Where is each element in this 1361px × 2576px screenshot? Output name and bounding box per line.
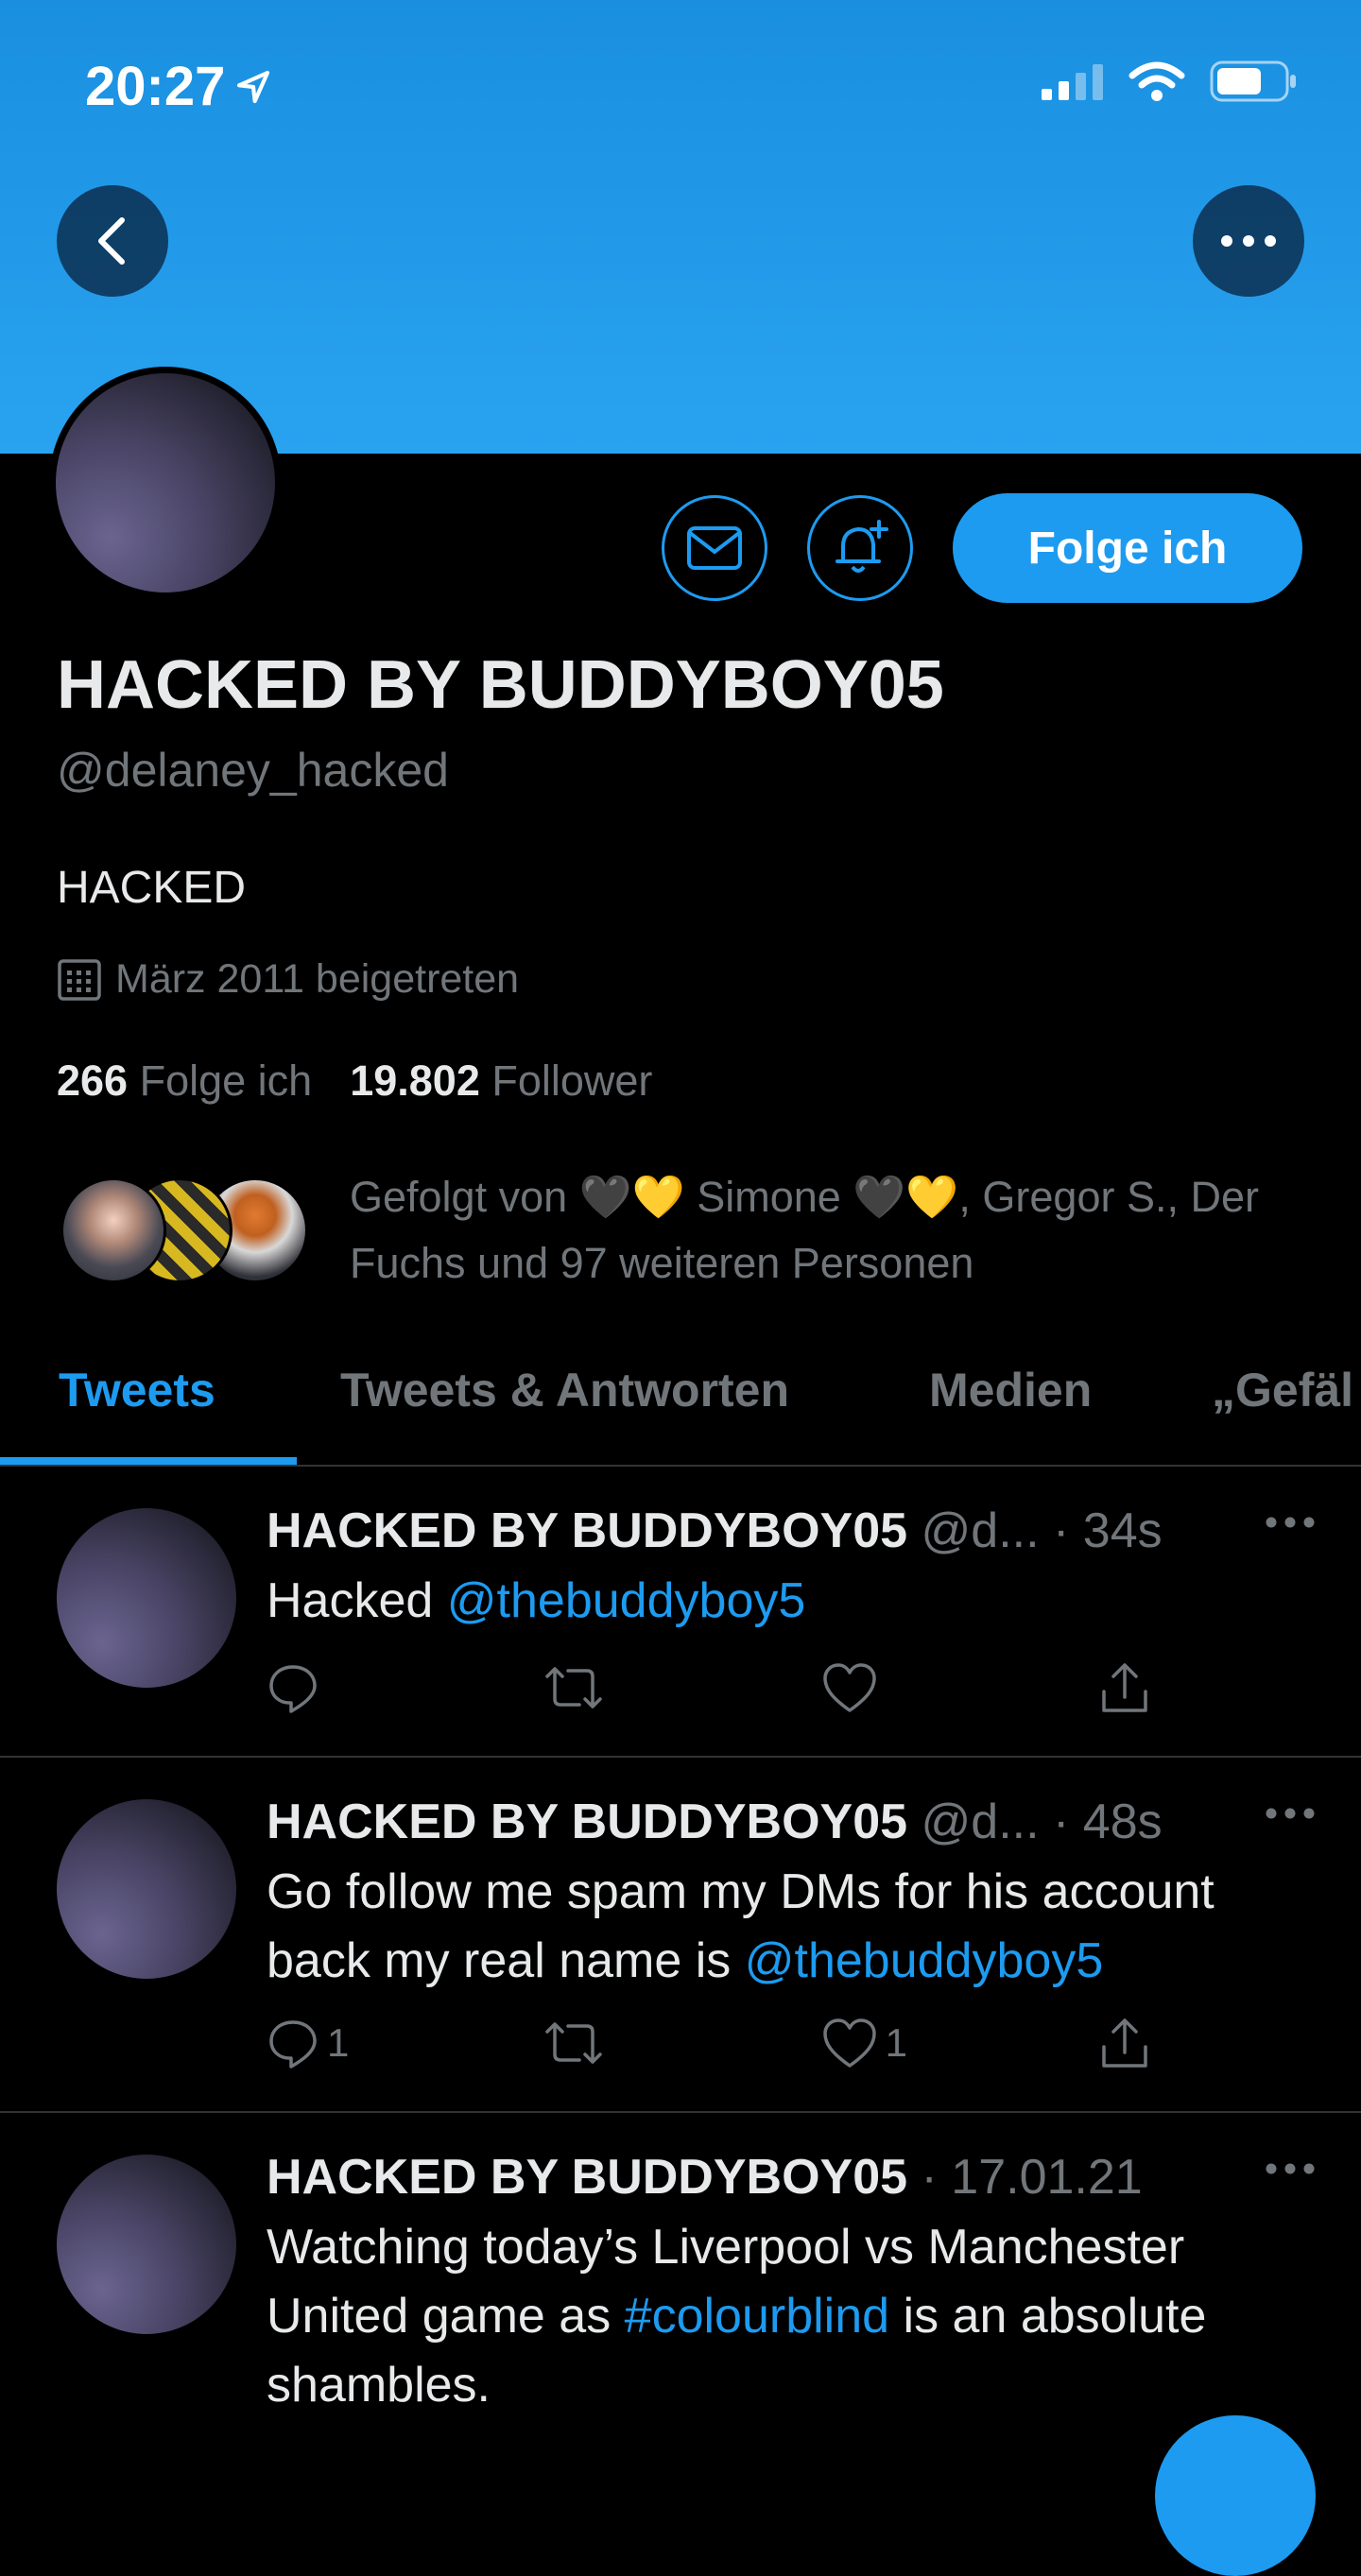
share-button[interactable] bbox=[1098, 1661, 1155, 1714]
heart-icon bbox=[822, 2018, 876, 2068]
more-dots-icon bbox=[1221, 235, 1276, 247]
following-count-link[interactable]: 266 Folge ich bbox=[57, 1056, 312, 1106]
tweet-time: · 34s bbox=[1053, 1503, 1163, 1558]
tweet-text-part: Hacked bbox=[267, 1573, 447, 1628]
following-count: 266 bbox=[57, 1056, 129, 1105]
followed-by-text[interactable]: Gefolgt von 🖤💛 Simone 🖤💛, Gregor S., Der… bbox=[350, 1164, 1323, 1297]
followers-label: Follower bbox=[491, 1056, 653, 1105]
followers-count: 19.802 bbox=[350, 1056, 480, 1105]
like-count: 1 bbox=[885, 2020, 908, 2065]
tweet-time: · 17.01.21 bbox=[921, 2150, 1143, 2205]
tweet-actions bbox=[267, 1661, 1155, 1714]
followers-count-link[interactable]: 19.802 Follower bbox=[350, 1056, 652, 1106]
notifications-button[interactable] bbox=[807, 495, 913, 601]
tweet-avatar[interactable] bbox=[57, 1508, 236, 1688]
calendar-icon bbox=[58, 958, 101, 1001]
tweet-text: Hacked @thebuddyboy5 bbox=[267, 1567, 1316, 1636]
signal-icon bbox=[1042, 64, 1103, 100]
retweet-button[interactable] bbox=[543, 2017, 657, 2069]
avatar bbox=[60, 1177, 166, 1283]
followed-by-emoji: 🖤💛 bbox=[578, 1173, 685, 1221]
tweet-text: Watching today’s Liverpool vs Manchester… bbox=[267, 2213, 1316, 2420]
profile-bio: HACKED bbox=[57, 863, 247, 913]
reply-icon bbox=[269, 2020, 317, 2069]
more-options-button[interactable] bbox=[1193, 185, 1304, 297]
following-label: Folge ich bbox=[139, 1056, 313, 1105]
heart-icon bbox=[822, 1663, 876, 1712]
chevron-left-icon bbox=[98, 217, 125, 265]
reply-icon bbox=[269, 1665, 317, 1713]
tweet-author-name[interactable]: HACKED BY BUDDYBOY05 bbox=[267, 1503, 907, 1559]
tweet-time: · 48s bbox=[1053, 1795, 1163, 1849]
status-bar-icons bbox=[1042, 60, 1297, 102]
follow-counts: 266 Folge ich 19.802 Follower bbox=[57, 1056, 652, 1106]
tab-tweets-replies[interactable]: Tweets & Antworten bbox=[340, 1363, 789, 1417]
tab-tweets[interactable]: Tweets bbox=[59, 1363, 215, 1417]
tweet-hashtag-link[interactable]: #colourblind bbox=[625, 2289, 889, 2344]
retweet-icon bbox=[545, 2022, 603, 2064]
profile-avatar[interactable] bbox=[49, 367, 282, 599]
retweet-icon bbox=[545, 1667, 603, 1709]
joined-label: März 2011 beigetreten bbox=[115, 956, 520, 1002]
followed-by-emoji: 🖤💛 bbox=[853, 1173, 959, 1221]
tweet-author-handle: @d... bbox=[921, 1795, 1040, 1849]
bell-plus-icon bbox=[836, 520, 888, 573]
reply-button[interactable] bbox=[267, 1661, 380, 1714]
tweet-actions: 1 1 bbox=[267, 2017, 1155, 2069]
tab-media[interactable]: Medien bbox=[929, 1363, 1092, 1417]
tweet[interactable]: HACKED BY BUDDYBOY05 · 17.01.21 Watching… bbox=[0, 2113, 1361, 2453]
followed-by-name: Simone bbox=[697, 1173, 841, 1221]
profile-name: HACKED BY BUDDYBOY05 bbox=[57, 647, 944, 723]
back-button[interactable] bbox=[57, 185, 168, 297]
like-button[interactable]: 1 bbox=[821, 2017, 935, 2069]
share-button[interactable] bbox=[1098, 2017, 1155, 2069]
compose-tweet-button[interactable] bbox=[1155, 2415, 1316, 2576]
battery-icon bbox=[1210, 60, 1296, 102]
tweet-author-name[interactable]: HACKED BY BUDDYBOY05 bbox=[267, 2149, 907, 2206]
tweet-text: Go follow me spam my DMs for his account… bbox=[267, 1858, 1316, 1996]
tweet-more-icon[interactable] bbox=[1265, 1807, 1316, 1820]
tweet-header: HACKED BY BUDDYBOY05 @d... · 34s bbox=[267, 1503, 1316, 1559]
tweet[interactable]: HACKED BY BUDDYBOY05 @d... · 34s Hacked … bbox=[0, 1467, 1361, 1758]
joined-date: März 2011 beigetreten bbox=[57, 956, 519, 1003]
profile-tabs: Tweets Tweets & Antworten Medien „Gefäl bbox=[0, 1342, 1361, 1467]
tweet-author-name[interactable]: HACKED BY BUDDYBOY05 bbox=[267, 1794, 907, 1850]
tab-likes[interactable]: „Gefäl bbox=[1212, 1363, 1353, 1417]
tweet-header: HACKED BY BUDDYBOY05 · 17.01.21 bbox=[267, 2149, 1316, 2206]
tweet[interactable]: HACKED BY BUDDYBOY05 @d... · 48s Go foll… bbox=[0, 1758, 1361, 2113]
share-icon bbox=[1102, 1663, 1147, 1712]
tweet-avatar[interactable] bbox=[57, 2155, 236, 2334]
location-arrow-icon bbox=[237, 70, 270, 103]
tweet-mention-link[interactable]: @thebuddyboy5 bbox=[745, 1933, 1104, 1988]
tweet-avatar[interactable] bbox=[57, 1799, 236, 1979]
tweet-header: HACKED BY BUDDYBOY05 @d... · 48s bbox=[267, 1794, 1316, 1850]
like-button[interactable] bbox=[821, 1661, 935, 1714]
envelope-icon bbox=[687, 526, 742, 570]
profile-handle: @delaney_hacked bbox=[57, 744, 449, 797]
message-button[interactable] bbox=[662, 495, 767, 601]
following-button[interactable]: Folge ich bbox=[953, 493, 1302, 603]
wifi-icon bbox=[1128, 61, 1185, 101]
status-bar-time: 20:27 bbox=[85, 55, 272, 118]
tweet-more-icon[interactable] bbox=[1265, 1516, 1316, 1529]
tweet-mention-link[interactable]: @thebuddyboy5 bbox=[447, 1573, 806, 1628]
tweet-author-handle: @d... bbox=[921, 1503, 1040, 1558]
tweet-more-icon[interactable] bbox=[1265, 2162, 1316, 2175]
followed-by-prefix: Gefolgt von bbox=[350, 1173, 568, 1221]
active-tab-indicator bbox=[0, 1457, 297, 1465]
reply-button[interactable]: 1 bbox=[267, 2017, 380, 2069]
followed-by-avatars[interactable] bbox=[60, 1177, 316, 1287]
retweet-button[interactable] bbox=[543, 1661, 657, 1714]
share-icon bbox=[1102, 2018, 1147, 2068]
clock-label: 20:27 bbox=[85, 56, 226, 117]
reply-count: 1 bbox=[327, 2020, 350, 2065]
